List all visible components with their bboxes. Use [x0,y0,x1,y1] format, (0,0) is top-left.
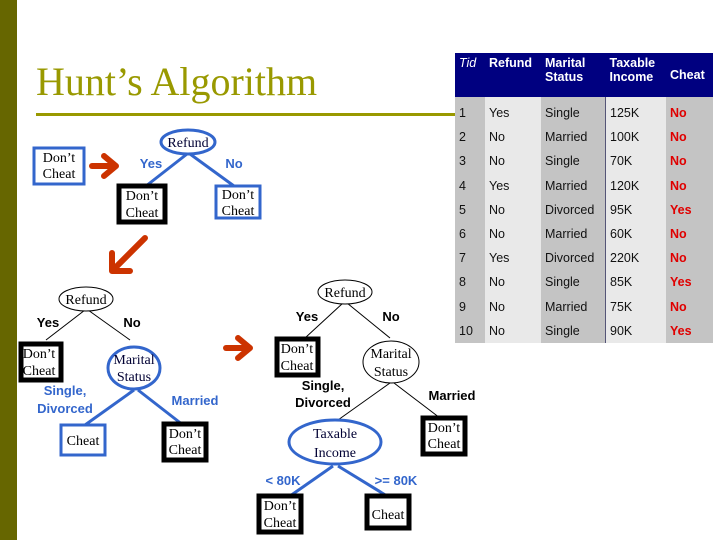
arrow-right-icon [89,153,119,179]
leaf-label: Cheat [67,434,100,449]
edge-label-lt-80k: < 80K [265,473,301,488]
decision-tree-diagram: Don’t Cheat Refund Yes No Don’t Cheat Do… [18,128,476,535]
leaf-label: Don’t [281,342,314,357]
node-label: Marital [370,347,411,362]
edge-label-no: No [123,315,140,330]
leaf-label: Cheat [264,516,297,531]
node-label: Refund [167,136,208,151]
node-label: Refund [324,286,365,301]
edge-label-yes: Yes [37,315,59,330]
edge-label-married: Married [429,388,476,403]
node-label: Status [374,365,408,380]
leaf-label: Don’t [264,499,297,514]
edge-label-yes: Yes [140,156,162,171]
leaf-label: Don’t [23,347,56,362]
arrow-right-icon [223,335,253,361]
tree-step2: Refund Yes No Don’t Cheat Don’t Cheat [116,128,262,225]
leaf-label: Cheat [23,364,56,379]
tree-step1: Don’t Cheat [32,146,86,186]
edge-label-single-divorced: Single, [44,383,87,398]
node-label: Refund [65,293,106,308]
leaf-label: Cheat [126,206,159,221]
tree-step4: Refund Yes No Don’t Cheat Marital Status… [256,279,476,535]
leaf-label: Cheat [43,167,76,182]
leaf-label: Don’t [428,421,461,436]
node-label: Status [117,370,151,385]
edge-label-no: No [225,156,242,171]
arrow-down-left-icon [109,235,148,274]
node-label: Income [314,446,356,461]
node-label: Marital [113,353,154,368]
edge-label-ge-80k: >= 80K [375,473,418,488]
node-label: Taxable [313,427,357,442]
leaf-label: Don’t [169,427,202,442]
edge-label-no: No [382,309,399,324]
leaf-label: Don’t [126,189,159,204]
leaf-label: Cheat [428,437,461,452]
edge-label-single-divorced: Divorced [295,395,351,410]
leaf-label: Cheat [169,443,202,458]
leaf-label: Don’t [222,188,255,203]
leaf-label: Cheat [222,204,255,219]
tree-step3: Refund Yes No Don’t Cheat Marital Status… [18,286,219,463]
edge-label-single-divorced: Single, [302,378,345,393]
leaf-label: Cheat [281,359,314,374]
edge-label-yes: Yes [296,309,318,324]
edge-label-single-divorced: Divorced [37,401,93,416]
leaf-label: Don’t [43,151,76,166]
leaf-label: Cheat [372,508,405,523]
edge-label-married: Married [172,393,219,408]
